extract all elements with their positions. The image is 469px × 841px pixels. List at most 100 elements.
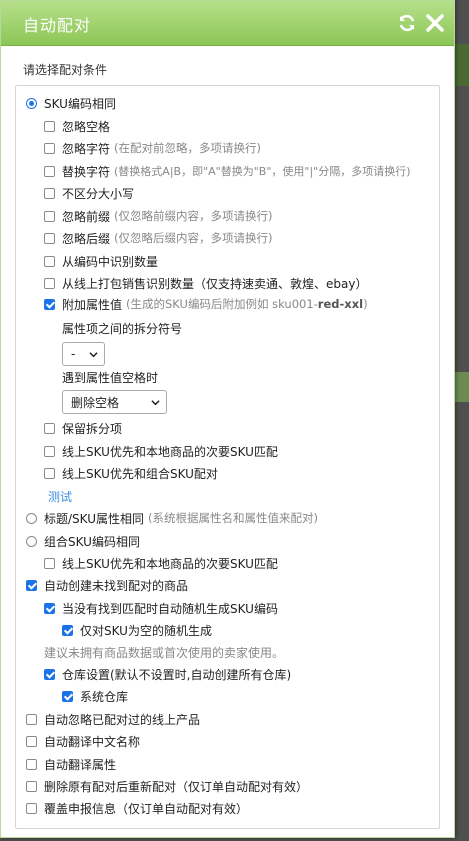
option-label: 系统仓库 bbox=[80, 689, 129, 704]
system-warehouse-row[interactable]: 系统仓库 bbox=[62, 687, 128, 705]
checkbox[interactable] bbox=[44, 210, 55, 222]
option-label: 替换字符 bbox=[62, 164, 111, 179]
option-qty-from-code[interactable]: 从编码中识别数量 bbox=[44, 252, 158, 270]
radio-label: 标题/SKU属性相同 bbox=[44, 511, 144, 526]
option-label: 忽略后缀 bbox=[62, 231, 111, 246]
combo-radio[interactable] bbox=[26, 535, 37, 547]
option-label: 从线上打包销售识别数量（仅支持速卖通、敦煌、ebay） bbox=[62, 276, 368, 291]
option-label: 自动创建未找到配对的商品 bbox=[44, 578, 189, 593]
option-label: 附加属性值 bbox=[62, 297, 123, 312]
checkbox[interactable] bbox=[44, 668, 55, 680]
option-label: 自动翻译中文名称 bbox=[44, 734, 141, 749]
option-label: 自动忽略已配对过的线上产品 bbox=[44, 712, 201, 727]
checkbox[interactable] bbox=[44, 232, 55, 244]
option-hint: (在配对前忽略，多项请换行) bbox=[114, 141, 261, 155]
radio-hint: (系统根据属性名和属性值来配对) bbox=[148, 511, 318, 525]
rematch-row[interactable]: 删除原有配对后重新配对（仅订单自动配对有效） bbox=[26, 777, 308, 795]
chevron-down-icon bbox=[151, 400, 160, 406]
checkbox[interactable] bbox=[44, 165, 55, 177]
option-append-attr[interactable]: 附加属性值 (生成的SKU编码后附加例如 sku001-red-xxl) bbox=[44, 295, 368, 313]
checkbox[interactable] bbox=[44, 445, 55, 457]
option-label: 自动翻译属性 bbox=[44, 757, 117, 772]
option-label: 仓库设置(默认不设置时,自动创建所有仓库) bbox=[62, 667, 292, 682]
checkbox[interactable] bbox=[26, 802, 37, 814]
option-ignore-case[interactable]: 不区分大小写 bbox=[44, 184, 134, 202]
checkbox[interactable] bbox=[26, 579, 37, 591]
checkbox[interactable] bbox=[44, 187, 55, 199]
option-label: 不区分大小写 bbox=[62, 186, 135, 201]
radio-label: 组合SKU编码相同 bbox=[44, 534, 140, 549]
checkbox[interactable] bbox=[44, 255, 55, 267]
auto-gen-sku-row[interactable]: 当没有找到匹配时自动随机生成SKU编码 bbox=[44, 599, 278, 617]
option-hint: (仅忽略后缀内容，多项请换行) bbox=[114, 231, 273, 245]
auto-create-note: 建议未拥有商品数据或首次使用的卖家使用。 bbox=[44, 645, 285, 660]
combo-radio-row[interactable]: 组合SKU编码相同 bbox=[26, 532, 140, 550]
checkbox[interactable] bbox=[44, 120, 55, 132]
combo-secondary-sku[interactable]: 线上SKU优先和本地商品的次要SKU匹配 bbox=[44, 554, 278, 572]
space-handling-value: 删除空格 bbox=[71, 395, 120, 410]
option-label: 删除原有配对后重新配对（仅订单自动配对有效） bbox=[44, 779, 309, 794]
option-combo-sku[interactable]: 线上SKU优先和组合SKU配对 bbox=[44, 464, 218, 482]
option-label: 仅对SKU为空的随机生成 bbox=[80, 623, 212, 638]
auto-translate-name-row[interactable]: 自动翻译中文名称 bbox=[26, 732, 140, 750]
checkbox[interactable] bbox=[44, 557, 55, 569]
checkbox[interactable] bbox=[44, 602, 55, 614]
space-handling-select[interactable]: 删除空格 bbox=[62, 390, 167, 414]
option-label: 当没有找到匹配时自动随机生成SKU编码 bbox=[62, 601, 278, 616]
space-label: 遇到属性值空格时 bbox=[62, 370, 159, 385]
auto-ignore-matched-row[interactable]: 自动忽略已配对过的线上产品 bbox=[26, 710, 200, 728]
auto-translate-attr-row[interactable]: 自动翻译属性 bbox=[26, 755, 116, 773]
checkbox[interactable] bbox=[26, 735, 37, 747]
checkbox[interactable] bbox=[44, 277, 55, 289]
checkbox[interactable] bbox=[26, 780, 37, 792]
checkbox[interactable] bbox=[44, 298, 55, 310]
option-replace-chars[interactable]: 替换字符 (替换格式A|B，即"A"替换为"B"，使用"|"分隔，多项请换行) bbox=[44, 162, 411, 180]
empty-sku-only-row[interactable]: 仅对SKU为空的随机生成 bbox=[62, 621, 212, 639]
option-label: 线上SKU优先和本地商品的次要SKU匹配 bbox=[62, 556, 278, 571]
sku-same-label: SKU编码相同 bbox=[44, 96, 116, 111]
sku-same-radio-row[interactable]: SKU编码相同 bbox=[26, 94, 116, 112]
option-label: 忽略前缀 bbox=[62, 209, 111, 224]
backdrop-strip bbox=[453, 372, 469, 402]
test-link-row[interactable]: 测试 bbox=[48, 487, 72, 505]
separator-label: 属性项之间的拆分符号 bbox=[62, 321, 183, 336]
option-hint: (生成的SKU编码后附加例如 sku001-red-xxl) bbox=[126, 297, 368, 311]
option-ignore-space[interactable]: 忽略空格 bbox=[44, 117, 110, 135]
option-ignore-chars[interactable]: 忽略字符 (在配对前忽略，多项请换行) bbox=[44, 139, 261, 157]
close-icon[interactable] bbox=[425, 13, 445, 33]
option-label: 保留拆分项 bbox=[62, 421, 123, 436]
chevron-down-icon bbox=[89, 352, 98, 358]
test-link[interactable]: 测试 bbox=[48, 488, 72, 505]
option-secondary-sku[interactable]: 线上SKU优先和本地商品的次要SKU匹配 bbox=[44, 442, 278, 460]
checkbox[interactable] bbox=[62, 690, 73, 702]
checkbox[interactable] bbox=[26, 713, 37, 725]
conditions-panel: SKU编码相同 忽略空格 忽略字符 (在配对前忽略，多项请换行) 替换字符 (替… bbox=[15, 85, 440, 829]
option-label: 从编码中识别数量 bbox=[62, 254, 159, 269]
checkbox[interactable] bbox=[62, 624, 73, 636]
option-hint: (仅忽略前缀内容，多项请换行) bbox=[114, 209, 273, 223]
option-qty-from-bundle[interactable]: 从线上打包销售识别数量（仅支持速卖通、敦煌、ebay） bbox=[44, 274, 367, 292]
dialog-titlebar: 自动配对 bbox=[1, 1, 454, 46]
title-attr-radio-row[interactable]: 标题/SKU属性相同 (系统根据属性名和属性值来配对) bbox=[26, 509, 318, 527]
override-declaration-row[interactable]: 覆盖申报信息（仅订单自动配对有效） bbox=[26, 799, 248, 817]
dialog-title: 自动配对 bbox=[23, 16, 92, 35]
auto-create-row[interactable]: 自动创建未找到配对的商品 bbox=[26, 576, 188, 594]
separator-select[interactable]: - bbox=[62, 342, 105, 366]
option-ignore-suffix[interactable]: 忽略后缀 (仅忽略后缀内容，多项请换行) bbox=[44, 229, 273, 247]
warehouse-setting-row[interactable]: 仓库设置(默认不设置时,自动创建所有仓库) bbox=[44, 665, 291, 683]
dialog-subtitle: 请选择配对条件 bbox=[23, 63, 108, 77]
checkbox[interactable] bbox=[44, 467, 55, 479]
option-label: 忽略字符 bbox=[62, 141, 111, 156]
checkbox[interactable] bbox=[26, 758, 37, 770]
title-attr-radio[interactable] bbox=[26, 512, 37, 524]
separator-value: - bbox=[71, 347, 76, 361]
option-ignore-prefix[interactable]: 忽略前缀 (仅忽略前缀内容，多项请换行) bbox=[44, 207, 273, 225]
checkbox[interactable] bbox=[44, 422, 55, 434]
sku-same-radio[interactable] bbox=[26, 97, 37, 109]
auto-match-dialog: 自动配对 请选择配对条件 SKU编码相同 忽略空格 忽略字符 (在配对前忽略，多… bbox=[0, 0, 455, 838]
checkbox[interactable] bbox=[44, 142, 55, 154]
backdrop-strip bbox=[453, 44, 469, 86]
option-label: 线上SKU优先和本地商品的次要SKU匹配 bbox=[62, 444, 278, 459]
refresh-icon[interactable] bbox=[397, 13, 417, 33]
option-keep-split[interactable]: 保留拆分项 bbox=[44, 419, 122, 437]
